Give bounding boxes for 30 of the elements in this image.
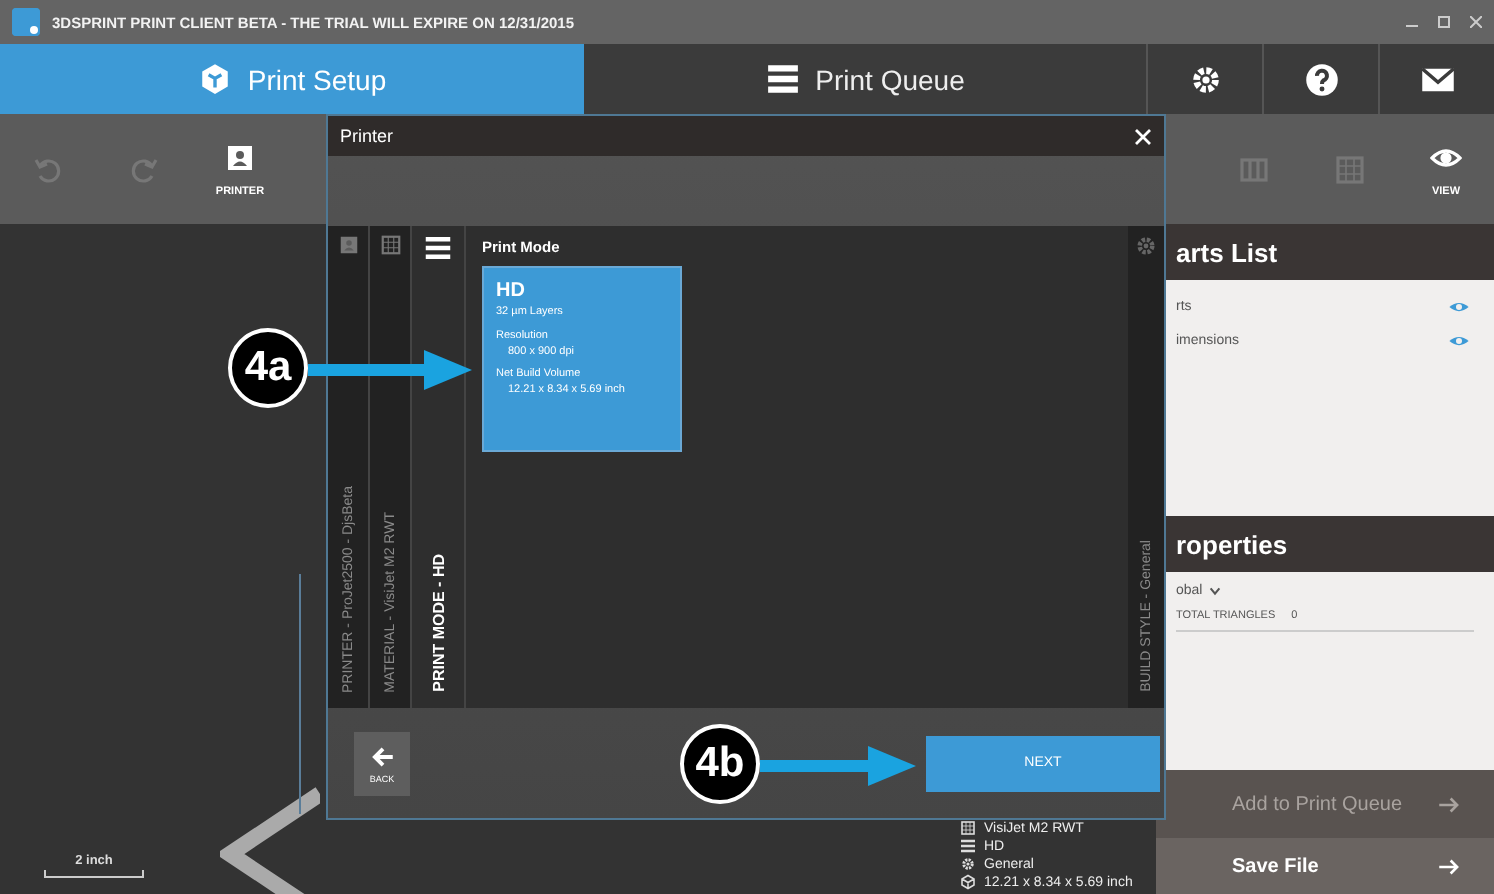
printer-icon [224,141,256,173]
settings-icon [1187,61,1223,97]
printer-icon [337,234,359,256]
mail-button[interactable] [1378,44,1494,114]
grid-icon [379,234,401,256]
app-logo-icon [12,8,40,36]
lines-icon [960,838,976,854]
gear-icon [1134,234,1158,258]
list-icon [765,62,800,96]
dialog-title: Printer [340,126,394,146]
cube-icon [197,62,232,96]
maximize-icon[interactable] [1438,16,1450,28]
columns-icon [1238,153,1270,185]
gear-icon [960,856,976,872]
grid-icon [1334,153,1366,185]
cube-icon [960,874,976,890]
scale-bar [44,870,144,878]
lines-icon [424,234,452,262]
close-icon[interactable] [1470,16,1482,28]
redo-icon [128,153,160,185]
chevron-down-icon [1208,584,1223,598]
undo-icon [32,153,64,185]
nav-tab[interactable]: Print Queue [584,44,1146,114]
grid-icon [960,820,976,836]
settings-button[interactable] [1146,44,1262,114]
back-arrow-icon [369,743,395,769]
help-icon [1303,61,1339,97]
save-file-button[interactable]: Save File [1156,838,1494,894]
close-button[interactable] [1134,127,1152,145]
help-button[interactable] [1262,44,1378,114]
